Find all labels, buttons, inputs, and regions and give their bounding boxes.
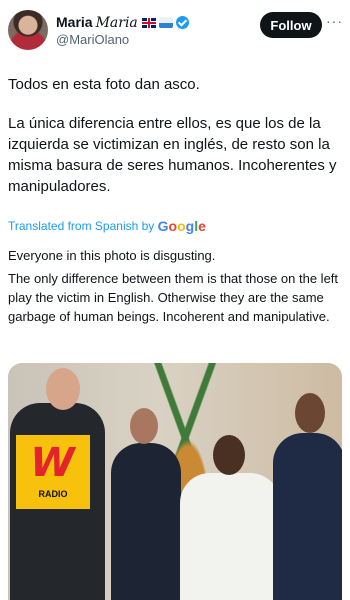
tweet-header: Maria Maria @MariOlano Follow ··· (8, 10, 342, 54)
author-name-script: Maria (95, 15, 138, 31)
person-head (213, 435, 245, 475)
google-logo: Google (157, 218, 206, 234)
person-figure (180, 473, 280, 600)
translation-attribution[interactable]: Translated from Spanish by Google (8, 218, 206, 234)
tweet-paragraph: La única diferencia entre ellos, es que … (8, 115, 337, 195)
person-head (46, 368, 80, 410)
tweet-photo[interactable]: W RADIO (8, 363, 342, 600)
translated-text: Everyone in this photo is disgusting. Th… (8, 246, 344, 326)
uk-flag-icon (141, 18, 156, 28)
tweet-paragraph: Todos en esta foto dan asco. (8, 76, 200, 93)
logo-mark: W (25, 440, 80, 486)
logo-text: RADIO (38, 489, 68, 499)
author-name[interactable]: Maria (56, 14, 93, 30)
person-head (295, 393, 325, 433)
author-handle[interactable]: @MariOlano (56, 32, 129, 47)
avatar[interactable] (8, 10, 48, 50)
translation-paragraph: Everyone in this photo is disgusting. (8, 248, 216, 263)
translation-label: Translated from Spanish by (8, 219, 155, 233)
author-name-line[interactable]: Maria Maria (56, 14, 189, 31)
follow-button[interactable]: Follow (260, 12, 322, 38)
translation-paragraph: The only difference between them is that… (8, 271, 339, 324)
verified-badge-icon[interactable] (175, 16, 189, 29)
person-figure (273, 433, 342, 600)
person-head (130, 408, 158, 444)
more-options-icon[interactable]: ··· (326, 13, 343, 29)
tweet-text: Todos en esta foto dan asco. La única di… (8, 74, 344, 197)
w-radio-logo: W RADIO (16, 435, 90, 509)
wave-icon (158, 17, 173, 28)
person-figure (111, 443, 181, 600)
